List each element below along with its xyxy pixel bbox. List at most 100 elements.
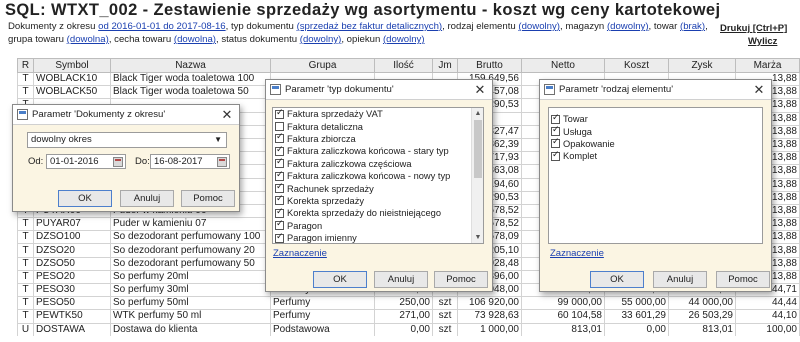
- parameter-link[interactable]: (dowolna): [174, 34, 216, 45]
- period-select[interactable]: dowolny okres ▼: [27, 132, 227, 148]
- element-kind-dialog-title: Parametr 'rodzaj elementu': [559, 84, 674, 95]
- checkbox[interactable]: [275, 182, 284, 194]
- element-kind-list[interactable]: TowarUsługaOpakowanie Komplet: [548, 107, 763, 244]
- checkbox-item[interactable]: Faktura zaliczkowa częściowa: [273, 157, 483, 170]
- element-kind-dialog-titlebar[interactable]: Parametr 'rodzaj elementu' ✕: [540, 80, 771, 100]
- cancel-button[interactable]: Anuluj: [120, 190, 174, 207]
- checkbox-item[interactable]: Faktura zaliczkowa końcowa - stary typ: [273, 145, 483, 157]
- ok-button[interactable]: OK: [313, 271, 367, 288]
- parameter-link[interactable]: od 2016-01-01 do 2017-08-16: [98, 21, 226, 32]
- column-header[interactable]: Marża: [735, 58, 800, 73]
- select-all-link[interactable]: Zaznaczenie: [273, 248, 327, 259]
- parameter-link[interactable]: (dowolny): [607, 21, 649, 32]
- window-icon: [270, 84, 281, 95]
- scrollbar[interactable]: ▲ ▼: [471, 108, 483, 243]
- column-header[interactable]: Netto: [521, 58, 605, 73]
- checkbox-label: Paragon imienny: [287, 233, 357, 244]
- help-button[interactable]: Pomoc: [716, 271, 770, 288]
- checkbox[interactable]: [275, 207, 284, 218]
- cancel-button[interactable]: Anuluj: [374, 271, 428, 288]
- checkbox[interactable]: [275, 132, 284, 144]
- table-row[interactable]: T PESO50 So perfumy 50ml Perfumy 250,00 szt 10…: [17, 296, 800, 311]
- doctype-dialog-titlebar[interactable]: Parametr 'typ dokumentu' ✕: [266, 80, 492, 100]
- print-link[interactable]: Drukuj [Ctrl+P]: [720, 22, 787, 35]
- scroll-thumb[interactable]: [474, 120, 482, 178]
- calendar-icon[interactable]: [113, 157, 123, 167]
- checkbox[interactable]: [275, 194, 284, 206]
- table-cell: So dezodorant perfumowany 100: [110, 230, 271, 245]
- checkbox-item[interactable]: Faktura detaliczna: [273, 120, 483, 132]
- checkbox-item[interactable]: Paragon imienny: [273, 232, 483, 244]
- scroll-up-icon[interactable]: ▲: [472, 108, 483, 119]
- checkbox-item[interactable]: Rachunek sprzedaży: [273, 182, 483, 194]
- checkbox-item[interactable]: Usługa: [549, 125, 762, 137]
- parameter-link[interactable]: (dowolny): [518, 21, 560, 32]
- checkbox[interactable]: [275, 232, 284, 243]
- checkbox-item[interactable]: Towar: [549, 113, 762, 125]
- column-header[interactable]: Symbol: [33, 58, 111, 73]
- checkbox[interactable]: [551, 150, 560, 161]
- ok-button[interactable]: OK: [58, 190, 112, 207]
- help-button[interactable]: Pomoc: [181, 190, 235, 207]
- checkbox[interactable]: [275, 157, 284, 169]
- calendar-icon[interactable]: [217, 157, 227, 167]
- scroll-down-icon[interactable]: ▼: [472, 232, 483, 243]
- close-icon[interactable]: ✕: [751, 82, 767, 98]
- checkbox-item[interactable]: Korekta sprzedaży: [273, 194, 483, 207]
- parameter-link[interactable]: (sprzedaż bez faktur detalicznych): [297, 21, 443, 32]
- cancel-button[interactable]: Anuluj: [653, 271, 707, 288]
- checkbox[interactable]: [275, 122, 284, 132]
- checkbox-item[interactable]: Korekta sprzedaży do nieistniejącego: [273, 207, 483, 219]
- checkbox[interactable]: [551, 125, 560, 137]
- report-actions: Drukuj [Ctrl+P] Wylicz: [720, 22, 787, 48]
- parameter-link[interactable]: (dowolny): [383, 34, 425, 45]
- ok-button[interactable]: OK: [590, 271, 644, 288]
- table-cell: So perfumy 30ml: [110, 282, 271, 298]
- period-select-value: dowolny okres: [31, 134, 92, 145]
- table-cell: PESO20: [33, 269, 111, 285]
- calculate-link[interactable]: Wylicz: [748, 35, 787, 48]
- checkbox-item[interactable]: Opakowanie: [549, 137, 762, 150]
- table-cell: T: [17, 71, 34, 87]
- checkbox-item[interactable]: Faktura zaliczkowa końcowa - nowy typ: [273, 170, 483, 182]
- column-header[interactable]: Zysk: [668, 58, 736, 73]
- parameter-link[interactable]: (brak): [680, 21, 705, 32]
- table-cell: 813,01: [521, 322, 605, 337]
- close-icon[interactable]: ✕: [472, 82, 488, 98]
- checkbox-item[interactable]: Faktura zbiorcza: [273, 132, 483, 145]
- parameter-link[interactable]: (dowolny): [300, 34, 342, 45]
- column-header[interactable]: R: [17, 58, 34, 73]
- checkbox[interactable]: [551, 137, 560, 149]
- column-header[interactable]: Brutto: [457, 58, 522, 73]
- column-header[interactable]: Koszt: [604, 58, 669, 73]
- checkbox[interactable]: [275, 108, 284, 119]
- select-all-link[interactable]: Zaznaczenie: [550, 248, 604, 259]
- parameter-link[interactable]: (dowolna): [67, 34, 109, 45]
- table-cell: Podstawowa: [270, 322, 375, 337]
- to-date-field[interactable]: 16-08-2017: [150, 154, 230, 169]
- table-cell: 1 000,00: [457, 322, 522, 337]
- checkbox[interactable]: [275, 219, 284, 231]
- table-cell: T: [17, 309, 34, 324]
- period-dialog-titlebar[interactable]: Parametr 'Dokumenty z okresu' ✕: [13, 105, 239, 125]
- table-cell: 55 000,00: [604, 296, 669, 311]
- column-header[interactable]: Jm: [432, 58, 458, 73]
- table-row[interactable]: U DOSTAWA Dostawa do klienta Podstawowa 0,00…: [17, 322, 800, 337]
- checkbox[interactable]: [275, 170, 284, 181]
- table-row[interactable]: T PEWTK50 WTK perfumy 50 ml Perfumy 271,00 sz…: [17, 309, 800, 324]
- doctype-list[interactable]: Faktura sprzedaży VATFaktura detalicznaF…: [272, 107, 484, 244]
- close-icon[interactable]: ✕: [219, 107, 235, 123]
- column-header[interactable]: Grupa: [270, 58, 375, 73]
- from-date-field[interactable]: 01-01-2016: [46, 154, 126, 169]
- checkbox[interactable]: [275, 145, 284, 156]
- checkbox-item[interactable]: Komplet: [549, 150, 762, 162]
- column-header[interactable]: Ilość: [374, 58, 433, 73]
- table-cell: szt: [432, 309, 458, 324]
- checkbox-item[interactable]: Paragon: [273, 219, 483, 232]
- checkbox[interactable]: [551, 113, 560, 124]
- checkbox-item[interactable]: Faktura sprzedaży VAT: [273, 108, 483, 120]
- parameter-text: Dokumenty z okresu: [8, 21, 99, 32]
- table-cell: 813,01: [668, 322, 736, 337]
- help-button[interactable]: Pomoc: [434, 271, 488, 288]
- column-header[interactable]: Nazwa: [110, 58, 271, 73]
